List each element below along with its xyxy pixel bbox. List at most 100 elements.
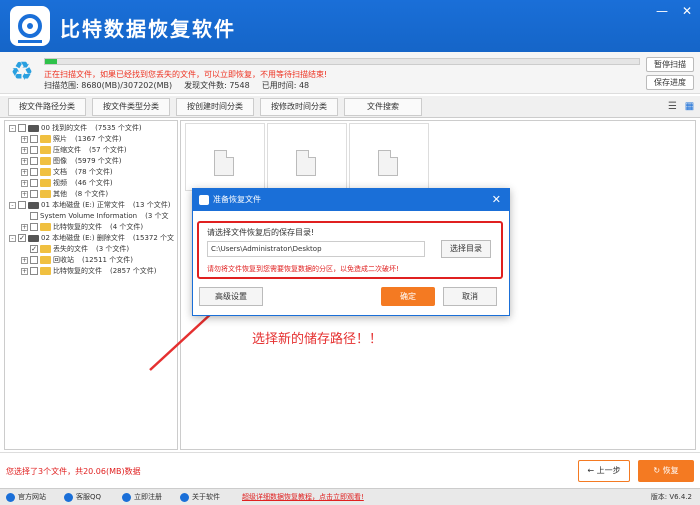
choose-directory-button[interactable]: 选择目录: [441, 240, 491, 258]
tab-by-path[interactable]: 按文件路径分类: [8, 98, 86, 116]
document-icon: [296, 150, 316, 176]
tree-node-label: 00 找到的文件: [41, 124, 88, 132]
save-dir-prompt: 请选择文件恢复后的保存目录!: [207, 228, 315, 237]
tree-node[interactable]: + 图像 (5979 个文件): [21, 156, 122, 166]
file-thumbnail[interactable]: [349, 123, 429, 191]
tree-checkbox[interactable]: [30, 223, 38, 231]
tree-expander-icon[interactable]: +: [21, 267, 28, 275]
previous-step-button[interactable]: ← 上一步: [578, 460, 630, 482]
tree-node[interactable]: ✓ 丢失的文件 (3 个文件): [21, 244, 129, 254]
tab-by-created[interactable]: 按创建时间分类: [176, 98, 254, 116]
confirm-button[interactable]: 确定: [381, 287, 435, 306]
tree-expander-icon[interactable]: -: [9, 201, 16, 209]
tree-node-label: 压缩文件: [53, 146, 81, 154]
tree-checkbox[interactable]: [30, 256, 38, 264]
tutorial-promo-link[interactable]: 超级详细数据恢复教程，点击立即观看!: [242, 489, 364, 505]
tree-node-label: 其他: [53, 190, 67, 198]
support-qq-link[interactable]: 客服QQ: [64, 489, 101, 505]
tree-node[interactable]: - 01 本地磁盘 (E:) 正常文件 (13 个文件): [9, 200, 170, 210]
tree-node[interactable]: + 回收站 (12511 个文件): [21, 255, 133, 265]
tree-expander-icon[interactable]: +: [21, 146, 28, 154]
tree-node[interactable]: - 00 找到的文件 (7535 个文件): [9, 123, 142, 133]
register-icon: [122, 492, 131, 502]
folder-icon: [40, 245, 51, 253]
list-view-icon[interactable]: ☰: [666, 100, 679, 113]
cancel-button[interactable]: 取消: [443, 287, 497, 306]
folder-icon: [40, 190, 51, 198]
tree-checkbox[interactable]: [30, 135, 38, 143]
tree-node-count: (4 个文件): [110, 223, 144, 231]
website-link[interactable]: 官方网站: [6, 489, 46, 505]
info-icon: [180, 492, 189, 502]
recover-label: 恢复: [662, 466, 679, 475]
tab-by-modified[interactable]: 按修改时间分类: [260, 98, 338, 116]
tree-node-label: 丢失的文件: [53, 245, 88, 253]
tree-checkbox[interactable]: [18, 124, 26, 132]
tree-expander-icon[interactable]: +: [21, 135, 28, 143]
drive-icon: [28, 234, 39, 242]
file-thumbnail[interactable]: [185, 123, 265, 191]
drive-icon: [28, 124, 39, 132]
folder-icon: [40, 146, 51, 154]
tab-by-type[interactable]: 按文件类型分类: [92, 98, 170, 116]
file-thumbnail[interactable]: [267, 123, 347, 191]
folder-icon: [40, 223, 51, 231]
tree-expander-icon[interactable]: +: [21, 223, 28, 231]
scan-status-panel: ♻ 正在扫描文件，如果已经找到您丢失的文件，可以立即恢复，不用等待扫描结束! 扫…: [0, 52, 700, 94]
tree-node-count: (13 个文件): [132, 201, 171, 209]
grid-view-icon[interactable]: ▦: [683, 100, 696, 113]
tree-expander-icon[interactable]: +: [21, 168, 28, 176]
tree-node[interactable]: + 视频 (46 个文件): [21, 178, 113, 188]
tree-checkbox[interactable]: [30, 146, 38, 154]
tree-expander-icon[interactable]: +: [21, 179, 28, 187]
recover-button[interactable]: ↻ 恢复: [638, 460, 694, 482]
tree-node-count: (12511 个文件): [82, 256, 133, 264]
tree-node-count: (1367 个文件): [75, 135, 122, 143]
tree-expander-icon[interactable]: +: [21, 157, 28, 165]
dialog-close-icon[interactable]: ✕: [492, 189, 501, 211]
tree-node[interactable]: + 其他 (8 个文件): [21, 189, 108, 199]
tree-node[interactable]: + 文档 (78 个文件): [21, 167, 113, 177]
tab-file-search[interactable]: 文件搜索: [344, 98, 422, 116]
qq-icon: [64, 492, 73, 502]
tree-expander-icon[interactable]: -: [9, 124, 16, 132]
tree-node[interactable]: - ✓ 02 本地磁盘 (E:) 删除文件 (15372 个文: [9, 233, 174, 243]
tree-checkbox[interactable]: [30, 157, 38, 165]
save-path-input[interactable]: [207, 241, 425, 257]
support-qq-label: 客服QQ: [76, 493, 102, 501]
register-link[interactable]: 立即注册: [122, 489, 162, 505]
dialog-app-icon: [199, 195, 209, 205]
document-icon: [378, 150, 398, 176]
tree-checkbox[interactable]: [30, 179, 38, 187]
tree-node[interactable]: + 比特恢复的文件 (4 个文件): [21, 222, 143, 232]
scan-elapsed: 已用时间: 48: [261, 81, 310, 90]
tree-node-count: (8 个文件): [75, 190, 109, 198]
tree-expander-icon[interactable]: -: [9, 234, 16, 242]
tree-node[interactable]: + 比特恢复的文件 (2857 个文件): [21, 266, 157, 276]
refresh-icon: ↻: [653, 466, 663, 475]
tree-checkbox[interactable]: [18, 201, 26, 209]
advanced-settings-button[interactable]: 高级设置: [199, 287, 263, 306]
tree-checkbox[interactable]: ✓: [18, 234, 26, 242]
tree-node-label: 回收站: [53, 256, 74, 264]
tree-node-label: 01 本地磁盘 (E:) 正常文件: [41, 201, 125, 209]
about-link[interactable]: 关于软件: [180, 489, 220, 505]
tree-node[interactable]: System Volume Information (3 个文: [21, 211, 169, 221]
home-icon: [6, 492, 15, 502]
save-progress-button[interactable]: 保存进度: [646, 75, 694, 90]
close-button[interactable]: ✕: [682, 4, 692, 18]
tree-node-label: 02 本地磁盘 (E:) 删除文件: [41, 234, 125, 242]
minimize-button[interactable]: —: [656, 4, 668, 18]
pause-scan-button[interactable]: 暂停扫描: [646, 57, 694, 72]
tree-checkbox[interactable]: ✓: [30, 245, 38, 253]
tree-node[interactable]: + 压缩文件 (57 个文件): [21, 145, 127, 155]
tree-expander-icon[interactable]: +: [21, 190, 28, 198]
tree-checkbox[interactable]: [30, 267, 38, 275]
folder-icon: [40, 179, 51, 187]
tree-checkbox[interactable]: [30, 190, 38, 198]
tree-checkbox[interactable]: [30, 212, 38, 220]
tree-node[interactable]: + 照片 (1367 个文件): [21, 134, 122, 144]
tree-expander-icon[interactable]: +: [21, 256, 28, 264]
tree-checkbox[interactable]: [30, 168, 38, 176]
folder-icon: [40, 168, 51, 176]
